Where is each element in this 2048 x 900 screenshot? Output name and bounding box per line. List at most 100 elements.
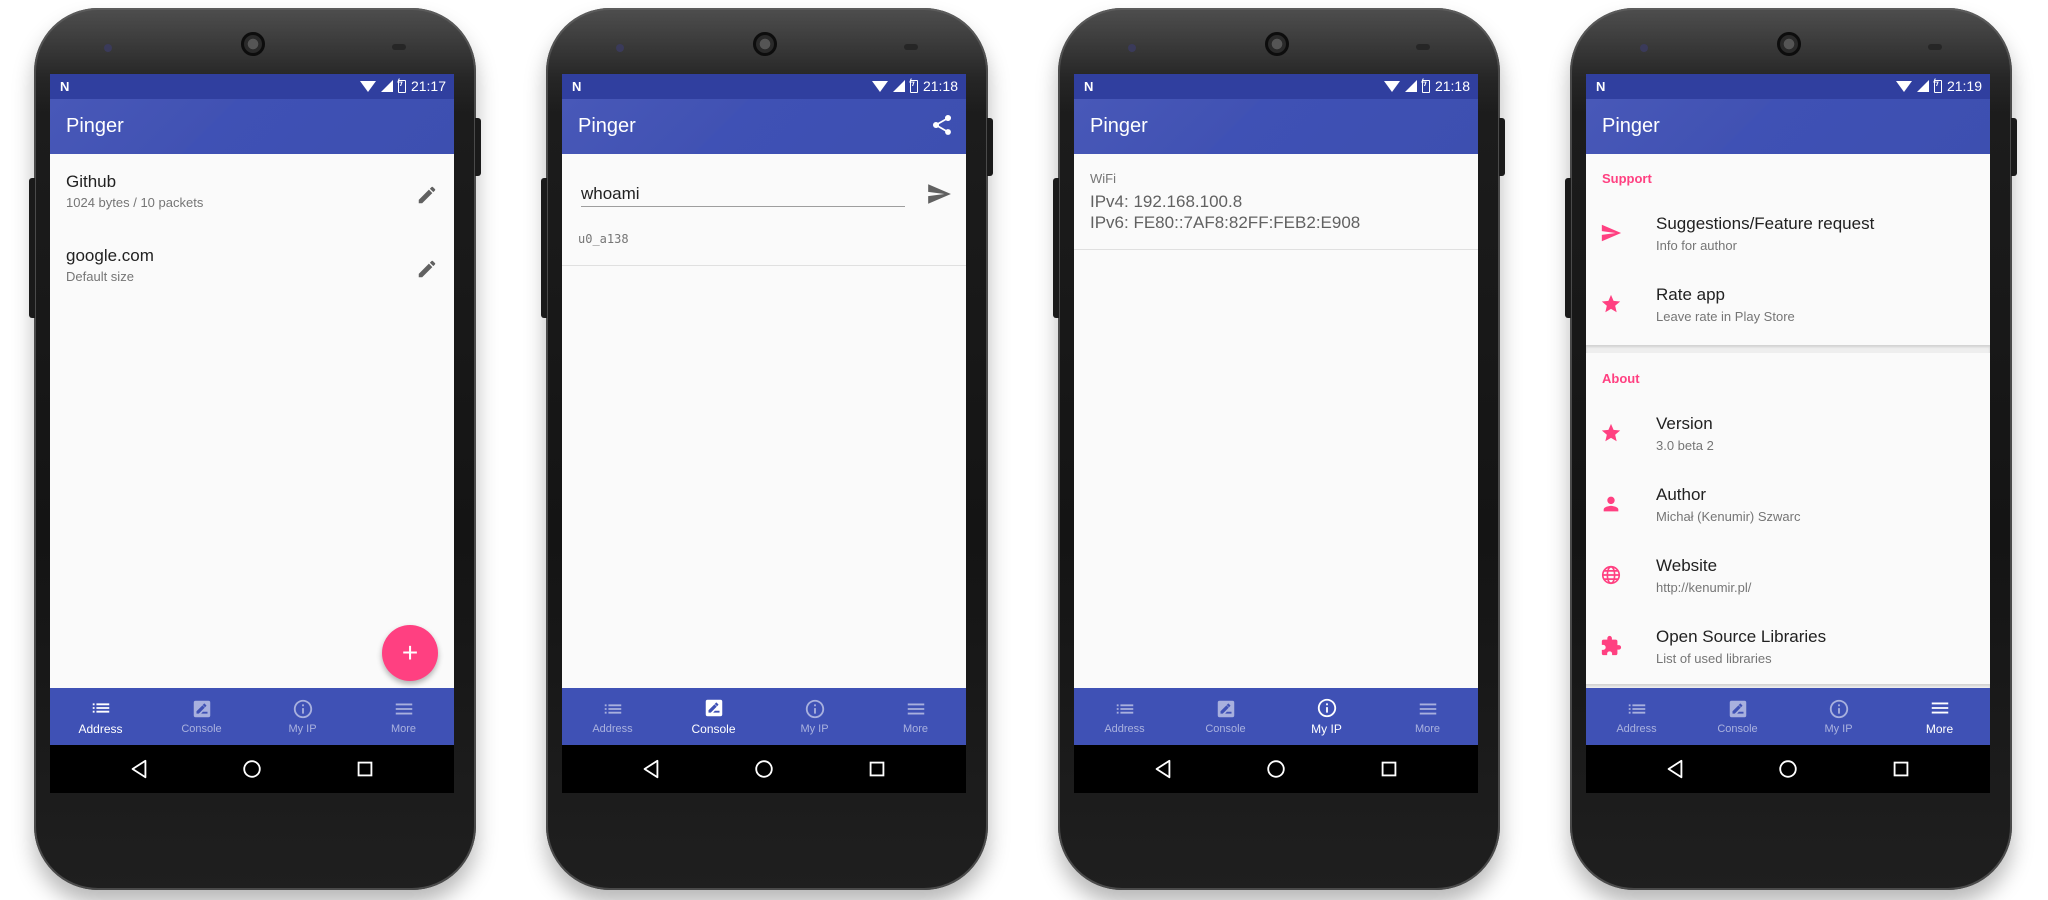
console-icon: [705, 699, 722, 717]
nav-address[interactable]: Address: [562, 688, 663, 745]
plus-icon: +: [401, 637, 419, 668]
signal-icon: [892, 80, 905, 92]
list-item-version[interactable]: Version 3.0 beta 2: [1586, 398, 1990, 468]
nav-more[interactable]: More: [1889, 688, 1990, 745]
info-icon: [1317, 698, 1336, 718]
recents-icon[interactable]: [1890, 758, 1912, 780]
front-camera: [1640, 44, 1648, 52]
front-camera: [104, 44, 112, 52]
home-icon[interactable]: [1777, 758, 1799, 780]
back-icon[interactable]: [640, 758, 662, 780]
home-icon[interactable]: [753, 758, 775, 780]
phone-console: N 21:18 Pinger u0_a138 Address: [541, 8, 993, 890]
list-item-suggestions[interactable]: Suggestions/Feature request Info for aut…: [1586, 198, 1990, 268]
share-icon[interactable]: [930, 113, 954, 137]
back-icon[interactable]: [128, 758, 150, 780]
status-time: 21:18: [922, 78, 958, 94]
list-item-author[interactable]: Author Michał (Kenumir) Szwarc: [1586, 469, 1990, 539]
nav-myip[interactable]: My IP: [1788, 688, 1889, 745]
address-title: google.com: [66, 246, 154, 265]
status-bar: N 21:17: [50, 74, 454, 99]
app-title: Pinger: [1090, 115, 1148, 137]
info-icon: [293, 699, 312, 719]
back-icon[interactable]: [1664, 758, 1686, 780]
system-navigation: [562, 745, 966, 793]
nav-console[interactable]: Console: [663, 688, 764, 745]
address-subtitle: Default size: [66, 269, 134, 284]
proximity-sensor: [392, 44, 406, 50]
edit-icon[interactable]: [416, 258, 438, 280]
wifi-icon: [1895, 80, 1912, 92]
list-item[interactable]: google.com Default size: [66, 246, 438, 284]
console-view: u0_a138: [562, 154, 966, 688]
signal-icon: [380, 80, 393, 92]
battery-icon: [1933, 77, 1942, 93]
status-time: 21:17: [410, 78, 446, 94]
nav-address[interactable]: Address: [50, 688, 151, 745]
section-header-support: Support: [1602, 171, 1652, 186]
nav-myip[interactable]: My IP: [1276, 688, 1377, 745]
earpiece: [753, 32, 777, 56]
edit-icon[interactable]: [416, 184, 438, 206]
status-bar: N 21:18: [562, 74, 966, 99]
app-toolbar: Pinger: [562, 99, 966, 154]
recents-icon[interactable]: [354, 758, 376, 780]
app-title: Pinger: [1602, 115, 1660, 137]
section-divider: [1586, 345, 1990, 353]
list-item-rate-app[interactable]: Rate app Leave rate in Play Store: [1586, 269, 1990, 339]
nav-more[interactable]: More: [353, 688, 454, 745]
command-input[interactable]: [581, 181, 905, 207]
power-button: [475, 118, 481, 176]
bottom-navigation: Address Console My IP More: [1074, 688, 1478, 745]
proximity-sensor: [904, 44, 918, 50]
earpiece: [1777, 32, 1801, 56]
home-icon[interactable]: [241, 758, 263, 780]
nav-address[interactable]: Address: [1586, 688, 1687, 745]
nav-myip[interactable]: My IP: [764, 688, 865, 745]
list-item-libraries[interactable]: Open Source Libraries List of used libra…: [1586, 611, 1990, 681]
back-icon[interactable]: [1152, 758, 1174, 780]
app-title: Pinger: [578, 115, 636, 137]
nav-console[interactable]: Console: [1175, 688, 1276, 745]
screen: N 21:19 Pinger Support Suggestions/Featu…: [1586, 74, 1990, 793]
screen: N 21:18 Pinger WiFi IPv4: 192.168.100.8 …: [1074, 74, 1478, 793]
system-navigation: [1074, 745, 1478, 793]
front-camera: [616, 44, 624, 52]
myip-view: WiFi IPv4: 192.168.100.8 IPv6: FE80::7AF…: [1074, 154, 1478, 688]
add-address-button[interactable]: +: [382, 625, 438, 681]
star-icon: [1601, 423, 1621, 442]
home-icon[interactable]: [1265, 758, 1287, 780]
info-icon: [1829, 699, 1848, 719]
menu-icon: [1931, 702, 1948, 714]
nav-myip[interactable]: My IP: [252, 688, 353, 745]
nav-more[interactable]: More: [865, 688, 966, 745]
volume-button: [541, 178, 547, 318]
nav-console[interactable]: Console: [151, 688, 252, 745]
list-icon: [92, 703, 109, 713]
earpiece: [241, 32, 265, 56]
list-icon: [1628, 704, 1645, 714]
phone-myip: N 21:18 Pinger WiFi IPv4: 192.168.100.8 …: [1053, 8, 1505, 890]
person-icon: [1603, 496, 1619, 512]
power-button: [2011, 118, 2017, 176]
battery-icon: [397, 77, 406, 93]
more-view: Support Suggestions/Feature request Info…: [1586, 154, 1990, 688]
volume-button: [1053, 178, 1059, 318]
phone-address: N 21:17 Pinger Github 1024 bytes / 10 pa…: [29, 8, 481, 890]
list-icon: [1116, 704, 1133, 714]
console-icon: [1217, 700, 1234, 718]
nav-address[interactable]: Address: [1074, 688, 1175, 745]
list-item-website[interactable]: Website http://kenumir.pl/: [1586, 540, 1990, 610]
app-toolbar: Pinger: [50, 99, 454, 154]
front-camera: [1128, 44, 1136, 52]
recents-icon[interactable]: [1378, 758, 1400, 780]
console-card: u0_a138: [562, 154, 966, 266]
volume-button: [29, 178, 35, 318]
list-item[interactable]: Github 1024 bytes / 10 packets: [66, 172, 438, 210]
nav-console[interactable]: Console: [1687, 688, 1788, 745]
volume-button: [1565, 178, 1571, 318]
recents-icon[interactable]: [866, 758, 888, 780]
nav-more[interactable]: More: [1377, 688, 1478, 745]
list-icon: [604, 704, 621, 714]
send-icon[interactable]: [926, 181, 952, 207]
